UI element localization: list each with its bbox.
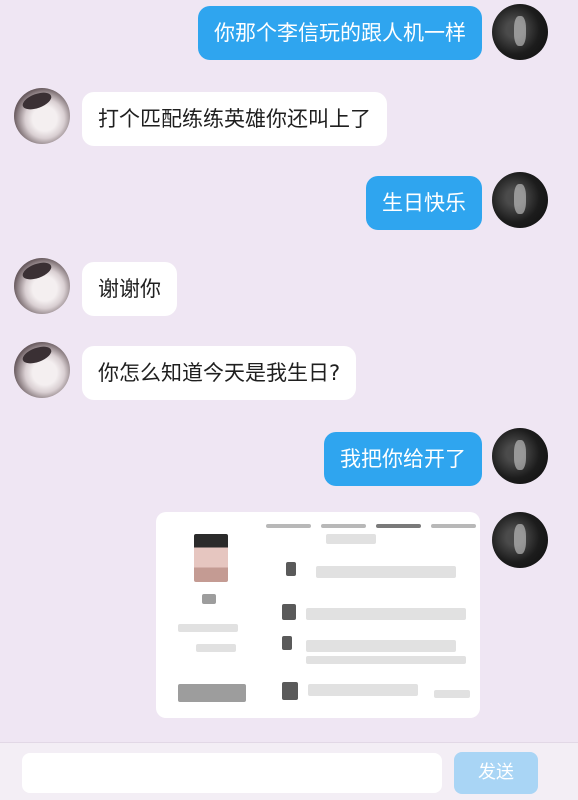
- outgoing-message-bubble[interactable]: 你那个李信玩的跟人机一样: [198, 6, 482, 60]
- blurred-text: [306, 656, 466, 664]
- incoming-message-bubble[interactable]: 谢谢你: [82, 262, 177, 316]
- message-row: 生日快乐: [366, 176, 482, 230]
- composer-bar: 发送: [0, 742, 578, 800]
- message-row: 我把你给开了: [324, 432, 482, 486]
- blurred-text: [282, 604, 296, 620]
- message-row: 谢谢你: [82, 262, 177, 316]
- blurred-tab: [376, 524, 421, 528]
- blurred-text: [196, 644, 236, 652]
- image-attachment[interactable]: [156, 512, 480, 718]
- blurred-text: [306, 640, 456, 652]
- blurred-tab: [266, 524, 311, 528]
- blurred-text: [306, 608, 466, 620]
- message-row: 你那个李信玩的跟人机一样: [198, 6, 482, 60]
- my-avatar[interactable]: [492, 4, 548, 60]
- screenshot-tabs: [266, 520, 476, 532]
- blurred-text: [178, 684, 246, 702]
- outgoing-message-bubble[interactable]: 生日快乐: [366, 176, 482, 230]
- blurred-text: [308, 684, 418, 696]
- blurred-text: [316, 566, 456, 578]
- contact-avatar[interactable]: [14, 88, 70, 144]
- message-row: 你怎么知道今天是我生日?: [82, 346, 357, 400]
- blurred-text: [434, 690, 470, 698]
- outgoing-message-bubble[interactable]: 我把你给开了: [324, 432, 482, 486]
- send-button[interactable]: 发送: [454, 752, 538, 794]
- incoming-message-bubble[interactable]: 你怎么知道今天是我生日?: [82, 346, 357, 400]
- my-avatar[interactable]: [492, 512, 548, 568]
- blurred-text: [202, 594, 216, 604]
- message-row: 打个匹配练练英雄你还叫上了: [82, 92, 387, 146]
- my-avatar[interactable]: [492, 428, 548, 484]
- blurred-id-photo: [194, 534, 228, 582]
- blurred-tab: [431, 524, 476, 528]
- blurred-text: [286, 562, 296, 576]
- blurred-tab: [321, 524, 366, 528]
- blurred-text: [326, 534, 376, 544]
- contact-avatar[interactable]: [14, 342, 70, 398]
- blurred-text: [282, 682, 298, 700]
- chat-area: 你那个李信玩的跟人机一样 打个匹配练练英雄你还叫上了 生日快乐 谢谢你 你怎么知…: [0, 0, 578, 742]
- contact-avatar[interactable]: [14, 258, 70, 314]
- message-input[interactable]: [22, 753, 442, 793]
- my-avatar[interactable]: [492, 172, 548, 228]
- incoming-message-bubble[interactable]: 打个匹配练练英雄你还叫上了: [82, 92, 387, 146]
- blurred-text: [178, 624, 238, 632]
- blurred-text: [282, 636, 292, 650]
